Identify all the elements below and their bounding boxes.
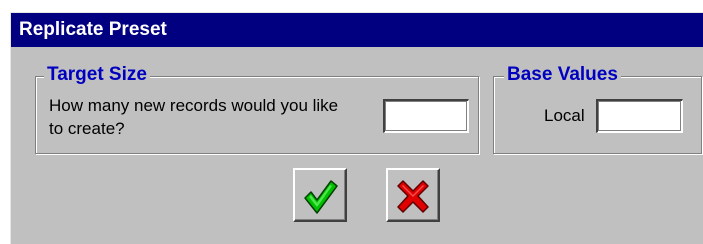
red-x-icon — [397, 180, 429, 213]
local-value-input[interactable] — [596, 99, 683, 133]
new-records-count-input[interactable] — [383, 99, 469, 133]
records-question-label: How many new records would you like to c… — [49, 96, 339, 138]
target-size-group: Target Size How many new records would y… — [35, 64, 479, 154]
target-size-legend: Target Size — [44, 64, 150, 86]
base-values-group: Base Values Local — [493, 64, 702, 154]
green-checkmark-icon — [304, 180, 338, 214]
cancel-button[interactable] — [386, 168, 440, 222]
base-values-legend: Base Values — [504, 64, 621, 86]
local-label: Local — [544, 106, 585, 125]
dialog-title: Replicate Preset — [11, 13, 703, 47]
replicate-preset-dialog: Replicate Preset Target Size How many ne… — [10, 12, 703, 244]
ok-button[interactable] — [293, 168, 347, 222]
